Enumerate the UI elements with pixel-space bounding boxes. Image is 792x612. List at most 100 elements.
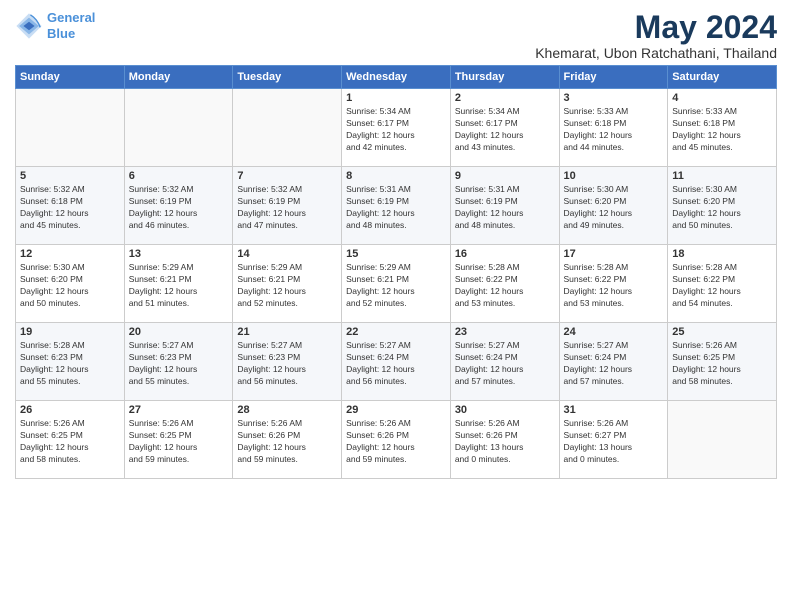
calendar-cell: 13 Sunrise: 5:29 AM Sunset: 6:21 PM Dayli… [124, 245, 233, 323]
day-info: Sunrise: 5:26 AM Sunset: 6:26 PM Dayligh… [455, 418, 555, 466]
calendar-cell: 28 Sunrise: 5:26 AM Sunset: 6:26 PM Dayli… [233, 401, 342, 479]
day-number: 19 [20, 326, 120, 338]
calendar-cell: 5 Sunrise: 5:32 AM Sunset: 6:18 PM Daylig… [16, 167, 125, 245]
day-number: 3 [564, 92, 664, 104]
calendar-cell: 15 Sunrise: 5:29 AM Sunset: 6:21 PM Dayli… [342, 245, 451, 323]
header-row: General Blue May 2024 Khemarat, Ubon Rat… [15, 10, 777, 61]
weekday-header: Friday [559, 66, 668, 89]
day-info: Sunrise: 5:34 AM Sunset: 6:17 PM Dayligh… [455, 106, 555, 154]
day-number: 10 [564, 170, 664, 182]
calendar-cell: 24Sunrise: 5:27 AM Sunset: 6:24 PM Dayli… [559, 323, 668, 401]
calendar-cell: 8 Sunrise: 5:31 AM Sunset: 6:19 PM Daylig… [342, 167, 451, 245]
day-info: Sunrise: 5:26 AM Sunset: 6:26 PM Dayligh… [237, 418, 337, 466]
day-number: 14 [237, 248, 337, 260]
weekday-header: Monday [124, 66, 233, 89]
day-info: Sunrise: 5:33 AM Sunset: 6:18 PM Dayligh… [564, 106, 664, 154]
day-info: Sunrise: 5:28 AM Sunset: 6:23 PM Dayligh… [20, 340, 120, 388]
day-info: Sunrise: 5:29 AM Sunset: 6:21 PM Dayligh… [237, 262, 337, 310]
day-info: Sunrise: 5:32 AM Sunset: 6:19 PM Dayligh… [237, 184, 337, 232]
day-number: 8 [346, 170, 446, 182]
day-number: 28 [237, 404, 337, 416]
subtitle: Khemarat, Ubon Ratchathani, Thailand [535, 45, 777, 61]
calendar-cell: 17 Sunrise: 5:28 AM Sunset: 6:22 PM Dayli… [559, 245, 668, 323]
calendar-cell: 1Sunrise: 5:34 AM Sunset: 6:17 PM Daylig… [342, 89, 451, 167]
day-info: Sunrise: 5:28 AM Sunset: 6:22 PM Dayligh… [672, 262, 772, 310]
day-info: Sunrise: 5:30 AM Sunset: 6:20 PM Dayligh… [20, 262, 120, 310]
day-number: 16 [455, 248, 555, 260]
calendar-week-row: 12 Sunrise: 5:30 AM Sunset: 6:20 PM Dayli… [16, 245, 777, 323]
day-number: 11 [672, 170, 772, 182]
day-info: Sunrise: 5:29 AM Sunset: 6:21 PM Dayligh… [129, 262, 229, 310]
calendar-cell: 19 Sunrise: 5:28 AM Sunset: 6:23 PM Dayli… [16, 323, 125, 401]
day-info: Sunrise: 5:27 AM Sunset: 6:23 PM Dayligh… [237, 340, 337, 388]
calendar-cell: 29 Sunrise: 5:26 AM Sunset: 6:26 PM Dayli… [342, 401, 451, 479]
day-info: Sunrise: 5:26 AM Sunset: 6:26 PM Dayligh… [346, 418, 446, 466]
calendar-cell: 14 Sunrise: 5:29 AM Sunset: 6:21 PM Dayli… [233, 245, 342, 323]
day-info: Sunrise: 5:28 AM Sunset: 6:22 PM Dayligh… [455, 262, 555, 310]
calendar-week-row: 1Sunrise: 5:34 AM Sunset: 6:17 PM Daylig… [16, 89, 777, 167]
calendar-cell: 21 Sunrise: 5:27 AM Sunset: 6:23 PM Dayli… [233, 323, 342, 401]
day-info: Sunrise: 5:31 AM Sunset: 6:19 PM Dayligh… [346, 184, 446, 232]
day-number: 2 [455, 92, 555, 104]
day-number: 29 [346, 404, 446, 416]
logo: General Blue [15, 10, 95, 41]
calendar-table: SundayMondayTuesdayWednesdayThursdayFrid… [15, 65, 777, 479]
day-info: Sunrise: 5:28 AM Sunset: 6:22 PM Dayligh… [564, 262, 664, 310]
day-number: 18 [672, 248, 772, 260]
day-number: 31 [564, 404, 664, 416]
day-number: 20 [129, 326, 229, 338]
calendar-cell: 10 Sunrise: 5:30 AM Sunset: 6:20 PM Dayli… [559, 167, 668, 245]
calendar-cell: 3 Sunrise: 5:33 AM Sunset: 6:18 PM Daylig… [559, 89, 668, 167]
day-info: Sunrise: 5:27 AM Sunset: 6:24 PM Dayligh… [346, 340, 446, 388]
logo-line2: Blue [47, 26, 75, 41]
day-info: Sunrise: 5:27 AM Sunset: 6:23 PM Dayligh… [129, 340, 229, 388]
day-info: Sunrise: 5:30 AM Sunset: 6:20 PM Dayligh… [564, 184, 664, 232]
calendar-week-row: 5 Sunrise: 5:32 AM Sunset: 6:18 PM Daylig… [16, 167, 777, 245]
calendar-cell: 2 Sunrise: 5:34 AM Sunset: 6:17 PM Daylig… [450, 89, 559, 167]
day-number: 7 [237, 170, 337, 182]
calendar-week-row: 26 Sunrise: 5:26 AM Sunset: 6:25 PM Dayli… [16, 401, 777, 479]
calendar-cell [233, 89, 342, 167]
main-container: General Blue May 2024 Khemarat, Ubon Rat… [0, 0, 792, 489]
day-number: 6 [129, 170, 229, 182]
calendar-cell: 11 Sunrise: 5:30 AM Sunset: 6:20 PM Dayli… [668, 167, 777, 245]
day-number: 4 [672, 92, 772, 104]
day-info: Sunrise: 5:26 AM Sunset: 6:25 PM Dayligh… [672, 340, 772, 388]
calendar-week-row: 19 Sunrise: 5:28 AM Sunset: 6:23 PM Dayli… [16, 323, 777, 401]
day-info: Sunrise: 5:29 AM Sunset: 6:21 PM Dayligh… [346, 262, 446, 310]
day-number: 12 [20, 248, 120, 260]
calendar-cell: 6 Sunrise: 5:32 AM Sunset: 6:19 PM Daylig… [124, 167, 233, 245]
calendar-cell [668, 401, 777, 479]
day-info: Sunrise: 5:32 AM Sunset: 6:19 PM Dayligh… [129, 184, 229, 232]
calendar-cell: 22Sunrise: 5:27 AM Sunset: 6:24 PM Dayli… [342, 323, 451, 401]
day-info: Sunrise: 5:26 AM Sunset: 6:25 PM Dayligh… [129, 418, 229, 466]
day-number: 17 [564, 248, 664, 260]
calendar-cell: 20 Sunrise: 5:27 AM Sunset: 6:23 PM Dayli… [124, 323, 233, 401]
main-title: May 2024 [535, 10, 777, 45]
header-row-days: SundayMondayTuesdayWednesdayThursdayFrid… [16, 66, 777, 89]
day-info: Sunrise: 5:34 AM Sunset: 6:17 PM Dayligh… [346, 106, 446, 154]
calendar-cell: 18 Sunrise: 5:28 AM Sunset: 6:22 PM Dayli… [668, 245, 777, 323]
day-number: 13 [129, 248, 229, 260]
logo-line1: General [47, 10, 95, 25]
day-info: Sunrise: 5:30 AM Sunset: 6:20 PM Dayligh… [672, 184, 772, 232]
day-info: Sunrise: 5:33 AM Sunset: 6:18 PM Dayligh… [672, 106, 772, 154]
day-number: 15 [346, 248, 446, 260]
day-info: Sunrise: 5:26 AM Sunset: 6:25 PM Dayligh… [20, 418, 120, 466]
weekday-header: Sunday [16, 66, 125, 89]
day-info: Sunrise: 5:32 AM Sunset: 6:18 PM Dayligh… [20, 184, 120, 232]
logo-icon [15, 12, 43, 40]
day-number: 21 [237, 326, 337, 338]
day-number: 25 [672, 326, 772, 338]
calendar-cell: 27Sunrise: 5:26 AM Sunset: 6:25 PM Dayli… [124, 401, 233, 479]
calendar-cell: 4 Sunrise: 5:33 AM Sunset: 6:18 PM Daylig… [668, 89, 777, 167]
day-number: 5 [20, 170, 120, 182]
day-info: Sunrise: 5:31 AM Sunset: 6:19 PM Dayligh… [455, 184, 555, 232]
day-number: 9 [455, 170, 555, 182]
calendar-cell: 12 Sunrise: 5:30 AM Sunset: 6:20 PM Dayli… [16, 245, 125, 323]
weekday-header: Wednesday [342, 66, 451, 89]
day-number: 26 [20, 404, 120, 416]
calendar-cell: 9 Sunrise: 5:31 AM Sunset: 6:19 PM Daylig… [450, 167, 559, 245]
weekday-header: Tuesday [233, 66, 342, 89]
weekday-header: Saturday [668, 66, 777, 89]
